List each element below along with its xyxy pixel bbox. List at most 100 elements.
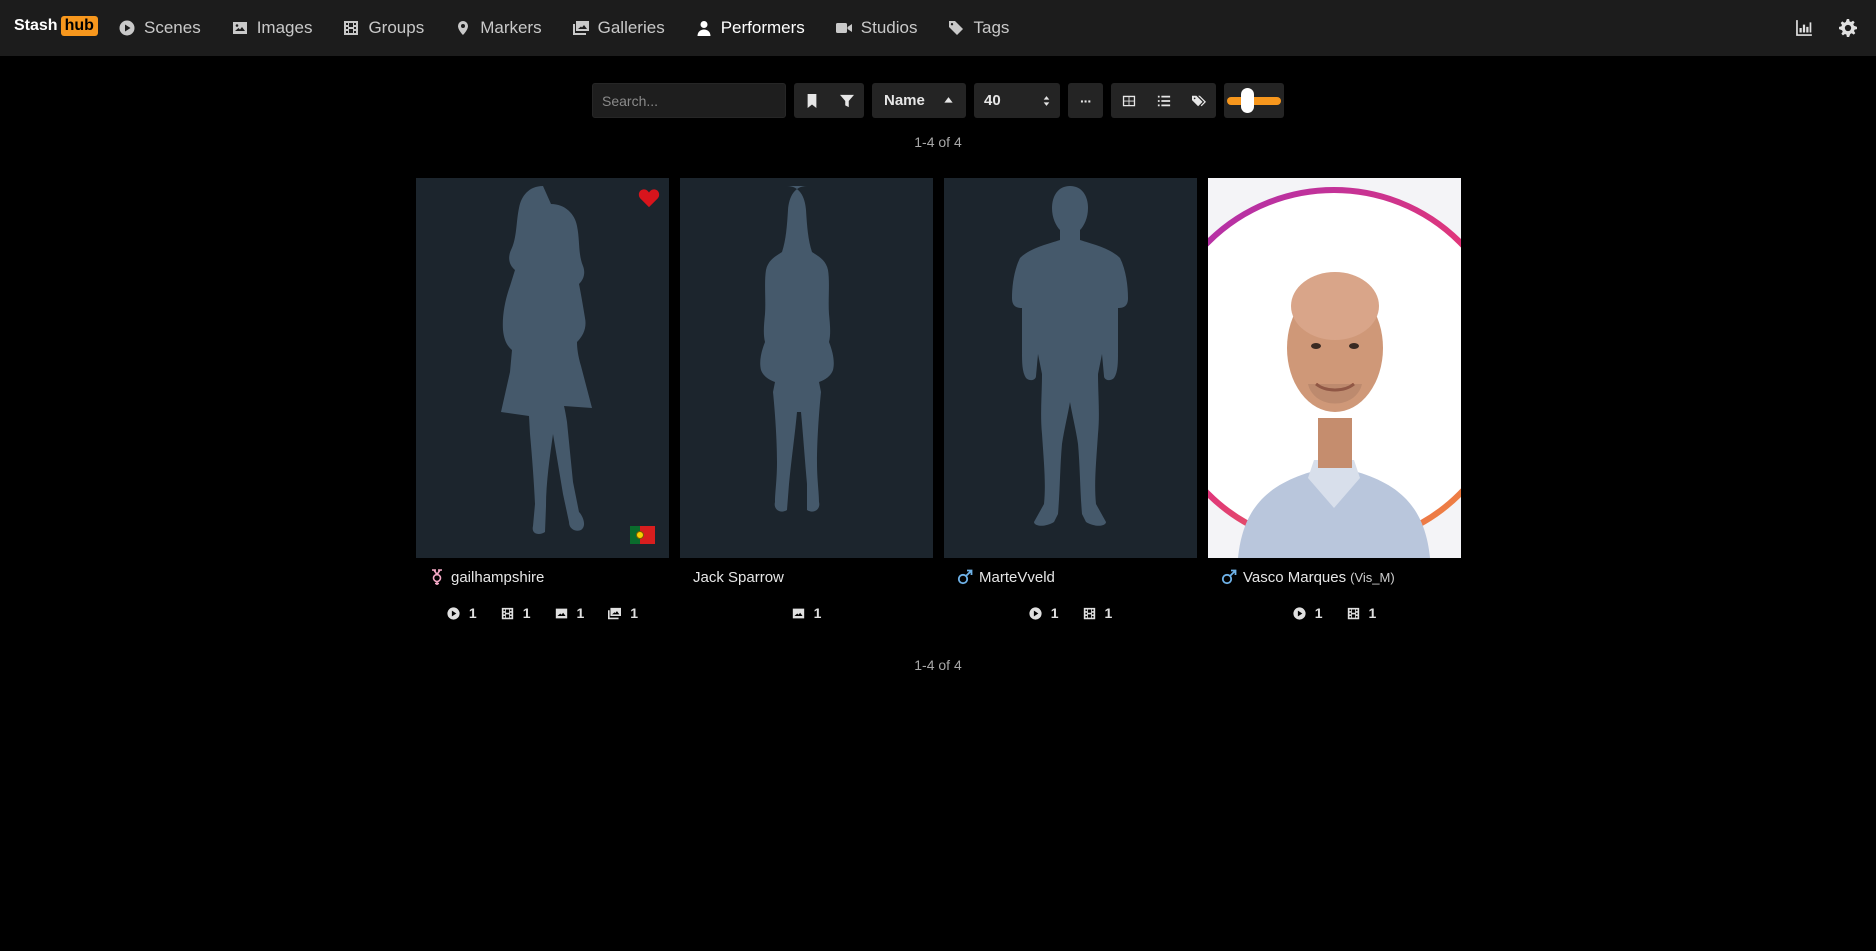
list-view-button[interactable] (1146, 83, 1181, 118)
search-input[interactable] (592, 83, 786, 118)
main-nav: Scenes Images Groups Markers Galleries P… (118, 0, 1039, 56)
display-mode-group (1111, 83, 1216, 118)
performer-card[interactable]: MarteVveld 1 1 (944, 178, 1197, 630)
tags-icon (1191, 95, 1206, 106)
map-marker-icon (454, 19, 472, 37)
performer-disambiguation: (Vis_M) (1350, 569, 1395, 585)
filter-button[interactable] (829, 83, 864, 118)
nav-images[interactable]: Images (231, 18, 313, 38)
stat-value: 1 (576, 605, 585, 621)
zoom-slider-thumb[interactable] (1241, 88, 1255, 113)
more-options-button[interactable]: ··· (1068, 83, 1103, 118)
female-silhouette-image (501, 186, 592, 534)
group-count[interactable]: 1 (1347, 605, 1377, 621)
saved-filter-button[interactable] (794, 83, 829, 118)
nav-tags[interactable]: Tags (947, 18, 1009, 38)
nav-label: Performers (720, 18, 805, 37)
sort-by-button[interactable]: Name (872, 83, 966, 118)
stat-value: 1 (1314, 605, 1323, 621)
group-count[interactable]: 1 (1083, 605, 1113, 621)
performer-name[interactable]: Jack Sparrow (693, 569, 784, 586)
favorite-heart-icon[interactable] (638, 188, 660, 208)
user-icon (695, 19, 713, 37)
brand-logo[interactable]: Stash hub (14, 16, 98, 36)
performer-grid: gailhampshire 1 1 1 1 Jack Sparrow 1 Mar… (416, 178, 1472, 630)
pagination-count-top: 1-4 of 4 (914, 134, 962, 150)
filter-button-group (794, 83, 864, 118)
tagger-view-button[interactable] (1181, 83, 1216, 118)
play-circle-icon (1029, 606, 1042, 620)
male-silhouette-image (1012, 186, 1128, 526)
film-icon (342, 19, 360, 37)
play-circle-icon (1293, 606, 1306, 620)
mars-icon (957, 569, 973, 585)
performer-name-row: gailhampshire (416, 558, 669, 596)
film-icon (501, 607, 513, 619)
nav-label: Galleries (597, 18, 665, 37)
scene-count[interactable]: 1 (1029, 605, 1059, 621)
brand-text: Stash (14, 17, 58, 34)
stat-value: 1 (1104, 605, 1113, 621)
per-page-value: 40 (984, 92, 1001, 109)
image-icon (555, 608, 567, 618)
brand-hub-badge: hub (60, 16, 98, 36)
mars-icon (1221, 569, 1237, 585)
gallery-count[interactable]: 1 (608, 605, 638, 621)
nav-performers[interactable]: Performers (695, 18, 805, 38)
grid-view-button[interactable] (1111, 83, 1146, 118)
image-icon (792, 608, 804, 618)
film-icon (1083, 607, 1095, 619)
sort-button-group: Name (872, 83, 966, 118)
per-page-select[interactable]: 40 (974, 83, 1060, 118)
list-icon (1157, 95, 1170, 106)
nav-scenes[interactable]: Scenes (118, 18, 201, 38)
performer-card[interactable]: Vasco Marques (Vis_M) 1 1 (1208, 178, 1461, 630)
nav-label: Images (256, 18, 313, 37)
image-count[interactable]: 1 (792, 605, 821, 621)
bookmark-icon (807, 93, 816, 108)
transgender-icon (429, 569, 445, 585)
performer-stats: 1 1 (944, 596, 1197, 630)
performer-image[interactable] (944, 178, 1197, 558)
nav-studios[interactable]: Studios (835, 18, 918, 38)
performer-stats: 1 (680, 596, 933, 630)
female-silhouette-image (760, 186, 834, 512)
video-icon (835, 19, 853, 37)
performer-image[interactable] (680, 178, 933, 558)
nav-label: Tags (973, 18, 1010, 37)
group-count[interactable]: 1 (501, 605, 531, 621)
nav-label: Studios (860, 18, 918, 37)
chart-icon[interactable] (1794, 18, 1814, 38)
scene-count[interactable]: 1 (1293, 605, 1323, 621)
scene-count[interactable]: 1 (447, 605, 477, 621)
performer-image[interactable] (416, 178, 669, 558)
zoom-slider[interactable] (1224, 83, 1284, 118)
nav-markers[interactable]: Markers (454, 18, 542, 38)
image-count[interactable]: 1 (555, 605, 585, 621)
performer-image[interactable] (1208, 178, 1461, 558)
image-icon (231, 19, 249, 37)
nav-right-controls (1770, 18, 1858, 38)
nav-label: Groups (368, 18, 425, 37)
performer-name-row: Jack Sparrow (680, 558, 933, 596)
list-toolbar: Name 40 ··· (592, 83, 1284, 118)
performer-name[interactable]: MarteVveld (979, 569, 1055, 586)
performer-name-row: Vasco Marques (Vis_M) (1208, 558, 1461, 596)
performer-card[interactable]: gailhampshire 1 1 1 1 (416, 178, 669, 630)
stat-value: 1 (1368, 605, 1377, 621)
gear-icon[interactable] (1838, 18, 1858, 38)
performer-card[interactable]: Jack Sparrow 1 (680, 178, 933, 630)
nav-galleries[interactable]: Galleries (572, 18, 665, 38)
nav-groups[interactable]: Groups (342, 18, 424, 38)
performer-name[interactable]: gailhampshire (451, 569, 544, 586)
nav-label: Scenes (144, 18, 201, 37)
ellipsis-icon: ··· (1080, 92, 1092, 109)
performer-name[interactable]: Vasco Marques (1243, 569, 1346, 586)
updown-arrow-icon (1043, 95, 1050, 106)
top-navbar: Stash hub Scenes Images Groups Markers G… (0, 0, 1876, 56)
more-button-group: ··· (1068, 83, 1103, 118)
sort-ascending-icon (944, 97, 953, 103)
portugal-flag-icon (630, 526, 655, 544)
images-icon (608, 607, 622, 619)
pagination-count-bottom: 1-4 of 4 (914, 657, 962, 673)
